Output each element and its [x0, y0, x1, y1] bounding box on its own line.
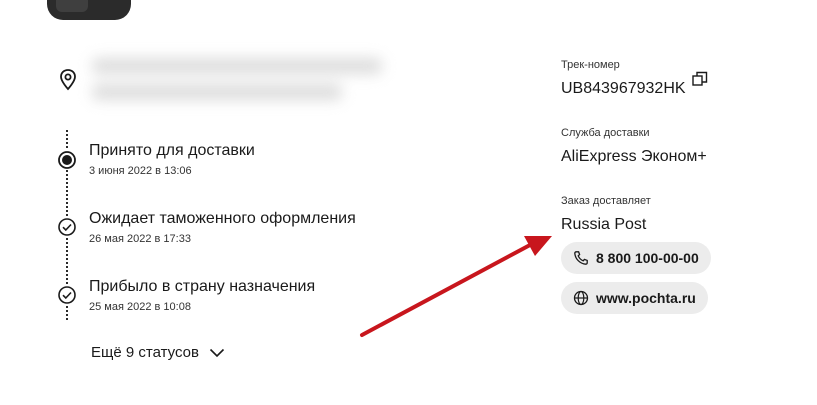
copy-icon[interactable]	[692, 71, 708, 87]
phone-number: 8 800 100-00-00	[596, 250, 699, 266]
check-circle-icon	[57, 285, 77, 305]
website-link[interactable]: www.pochta.ru	[561, 282, 708, 314]
show-more-statuses-button[interactable]: Ещё 9 статусов	[91, 344, 225, 361]
current-status-icon	[57, 150, 77, 170]
phone-icon	[574, 251, 588, 265]
status-date-1: 3 июня 2022 в 13:06	[89, 165, 192, 177]
phone-button[interactable]: 8 800 100-00-00	[561, 242, 711, 274]
check-circle-icon	[57, 217, 77, 237]
status-title-1: Принято для доставки	[89, 142, 255, 159]
status-date-2: 26 мая 2022 в 17:33	[89, 233, 191, 245]
delivery-service-label: Служба доставки	[561, 127, 650, 139]
carrier-value: Russia Post	[561, 216, 647, 233]
chevron-down-icon	[209, 348, 225, 357]
track-number-label: Трек-номер	[561, 59, 620, 71]
show-more-label: Ещё 9 статусов	[91, 344, 199, 361]
track-number-value: UB843967932HK	[561, 80, 686, 97]
status-title-3: Прибыло в страну назначения	[89, 278, 316, 295]
address-blurred	[82, 50, 394, 112]
website-url: www.pochta.ru	[596, 290, 696, 306]
location-pin-icon	[60, 69, 76, 91]
delivery-service-value: AliExpress Эконом+	[561, 148, 707, 165]
order-thumbnail-inner	[56, 0, 88, 12]
status-title-2: Ожидает таможенного оформления	[89, 210, 356, 227]
globe-icon	[573, 290, 589, 306]
carrier-label: Заказ доставляет	[561, 195, 651, 207]
status-date-3: 25 мая 2022 в 10:08	[89, 301, 191, 313]
